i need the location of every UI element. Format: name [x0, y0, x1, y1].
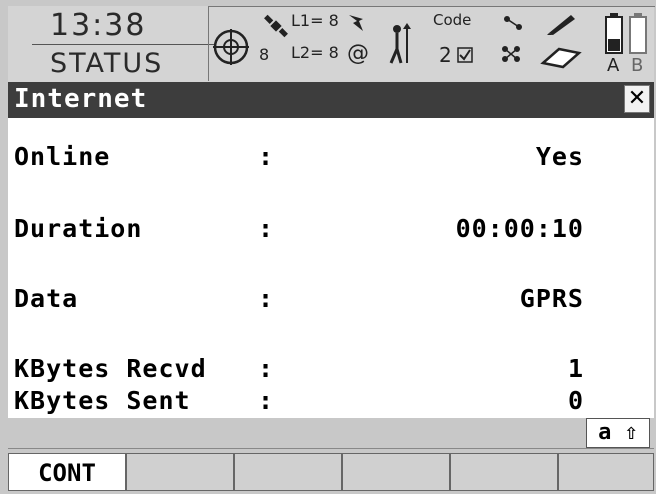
field-row-online: Online : Yes	[8, 142, 608, 178]
field-row-duration: Duration : 00:00:10	[8, 214, 608, 250]
rover-icon	[389, 23, 411, 64]
field-value: Yes	[535, 142, 584, 171]
battery-a-label: A	[607, 55, 620, 76]
field-row-kbytes-sent: KBytes Sent : 0	[8, 386, 608, 422]
f1-cont-button[interactable]: CONT	[8, 453, 126, 491]
function-key-bar: CONT	[8, 448, 654, 493]
field-value: 0	[567, 386, 584, 415]
internet-status-panel: Online : Yes Duration : 00:00:10 Data : …	[8, 118, 654, 418]
field-label: Online	[14, 142, 111, 171]
f3-button[interactable]	[234, 453, 342, 491]
checkbox-icon	[457, 47, 473, 63]
f2-button[interactable]	[126, 453, 234, 491]
battery-b-icon	[629, 13, 647, 54]
field-label: KBytes Recvd	[14, 354, 207, 383]
f4-button[interactable]	[342, 453, 450, 491]
pen-icon	[547, 15, 575, 35]
field-value: 1	[567, 354, 584, 383]
close-button[interactable]: ✕	[624, 85, 650, 113]
memory-card-icon	[540, 47, 582, 69]
clock-panel: 13:38 STATUS	[20, 6, 214, 82]
satellite-count: 8	[259, 45, 270, 64]
field-row-data: Data : GPRS	[8, 284, 608, 320]
f5-button[interactable]	[450, 453, 558, 491]
field-colon: :	[258, 214, 274, 243]
code-count: 2	[439, 43, 452, 67]
crosshair-icon	[213, 29, 249, 65]
input-mode-strip: a ⇧	[8, 418, 654, 448]
status-bar: 13:38 STATUS 8 L1= 8 L2= 8 @ Code 2 A B	[8, 6, 655, 83]
signal-icon	[349, 15, 363, 31]
field-colon: :	[258, 284, 274, 313]
satellite-icon	[264, 14, 288, 38]
battery-b-label: B	[631, 55, 644, 76]
field-colon: :	[258, 386, 274, 415]
status-icons-panel: 8 L1= 8 L2= 8 @ Code 2 A B	[208, 6, 655, 81]
at-icon: @	[347, 41, 369, 66]
l2-satellites: L2= 8	[291, 43, 339, 62]
field-label: KBytes Sent	[14, 386, 191, 415]
clock-time: 13:38	[50, 8, 147, 43]
field-row-kbytes-recvd: KBytes Recvd : 1	[8, 354, 608, 390]
clock-divider	[32, 44, 214, 45]
field-colon: :	[258, 142, 274, 171]
field-value: 00:00:10	[455, 214, 584, 243]
window-title-bar: Internet ✕	[8, 82, 654, 118]
field-label: Data	[14, 284, 79, 313]
field-colon: :	[258, 354, 274, 383]
mode-label: STATUS	[50, 48, 164, 79]
field-value: GPRS	[519, 284, 584, 313]
field-label: Duration	[14, 214, 143, 243]
l1-satellites: L1= 8	[291, 11, 339, 30]
code-icon: Code	[433, 11, 472, 29]
battery-a-icon	[605, 13, 623, 54]
window-title: Internet	[14, 84, 148, 114]
device-screen: 13:38 STATUS 8 L1= 8 L2= 8 @ Code 2 A B …	[0, 0, 656, 494]
input-mode-indicator: a ⇧	[586, 418, 650, 448]
f6-button[interactable]	[558, 453, 654, 491]
network-icon	[502, 16, 522, 62]
